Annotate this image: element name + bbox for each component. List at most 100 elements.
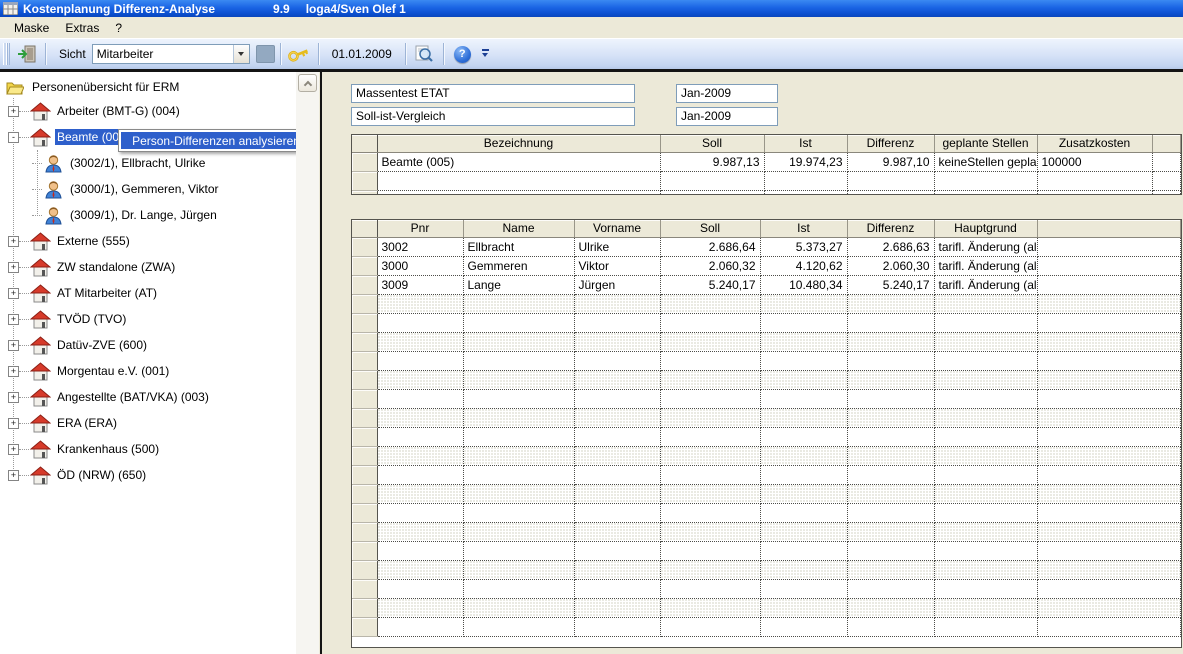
- view-combobox[interactable]: Mitarbeiter: [92, 44, 250, 64]
- cell-name[interactable]: Gemmeren: [463, 256, 574, 275]
- col-hauptgrund[interactable]: Hauptgrund: [934, 220, 1037, 237]
- tree-item-arbeiter[interactable]: + Arbeiter (BMT-G) (004): [0, 98, 296, 124]
- col-vorname[interactable]: Vorname: [574, 220, 660, 237]
- cell-differenz[interactable]: 2.060,30: [847, 256, 934, 275]
- expand-plus-icon[interactable]: +: [8, 314, 19, 325]
- menu-help[interactable]: ?: [107, 19, 130, 37]
- cell-differenz[interactable]: 2.686,63: [847, 237, 934, 256]
- row-selector: [352, 370, 377, 389]
- tree-item-externe[interactable]: + Externe (555): [0, 228, 296, 254]
- col-zusatzkosten[interactable]: Zusatzkosten: [1037, 135, 1152, 152]
- cell-pnr[interactable]: 3000: [377, 256, 463, 275]
- menu-maske[interactable]: Maske: [6, 19, 57, 37]
- empty-row: [352, 389, 1181, 408]
- cell-bezeichnung[interactable]: Beamte (005): [377, 152, 660, 171]
- tree-root-item[interactable]: Personenübersicht für ERM: [0, 76, 296, 98]
- expand-plus-icon[interactable]: +: [8, 418, 19, 429]
- expand-plus-icon[interactable]: +: [8, 262, 19, 273]
- help-button[interactable]: ?: [449, 42, 476, 67]
- row-selector[interactable]: [352, 237, 377, 256]
- cell-empty[interactable]: [1037, 256, 1181, 275]
- col-soll[interactable]: Soll: [660, 135, 764, 152]
- tree-item-person-ellbracht[interactable]: (3002/1), Ellbracht, Ulrike: [0, 150, 296, 176]
- cell-zusatzkosten[interactable]: 100000: [1037, 152, 1152, 171]
- tree-item-person-lange[interactable]: (3009/1), Dr. Lange, Jürgen: [0, 202, 296, 228]
- col-ist[interactable]: Ist: [764, 135, 847, 152]
- row-selector[interactable]: [352, 152, 377, 171]
- exit-button[interactable]: [13, 42, 40, 67]
- col-bezeichnung[interactable]: Bezeichnung: [377, 135, 660, 152]
- col-pnr[interactable]: Pnr: [377, 220, 463, 237]
- toolbar-overflow-button[interactable]: [480, 49, 492, 59]
- cell-empty[interactable]: [1037, 275, 1181, 294]
- col-ist[interactable]: Ist: [760, 220, 847, 237]
- menu-extras[interactable]: Extras: [57, 19, 107, 37]
- cell-ist[interactable]: 10.480,34: [760, 275, 847, 294]
- cell-vorname[interactable]: Jürgen: [574, 275, 660, 294]
- col-geplante-stellen[interactable]: geplante Stellen: [934, 135, 1037, 152]
- expand-plus-icon[interactable]: +: [8, 288, 19, 299]
- tree-item-oed-nrw[interactable]: + ÖD (NRW) (650): [0, 462, 296, 488]
- tree-connector: [19, 241, 29, 242]
- context-menu-item-analyze-differences[interactable]: Person-Differenzen analysieren: [121, 132, 296, 149]
- tree-item-krankenhaus[interactable]: + Krankenhaus (500): [0, 436, 296, 462]
- period-to-field[interactable]: Jan-2009: [676, 107, 778, 126]
- period-from-field[interactable]: Jan-2009: [676, 84, 778, 103]
- cell-geplante-stellen[interactable]: keineStellen gepla: [934, 152, 1037, 171]
- cell-name[interactable]: Ellbracht: [463, 237, 574, 256]
- cell-hauptgrund[interactable]: tarifl. Änderung (all: [934, 275, 1037, 294]
- plan-name-field[interactable]: Massentest ETAT: [351, 84, 635, 103]
- expand-plus-icon[interactable]: +: [8, 236, 19, 247]
- expand-plus-icon[interactable]: +: [8, 106, 19, 117]
- cell-ist[interactable]: 4.120,62: [760, 256, 847, 275]
- tree-item-datuev-zve[interactable]: + Datüv-ZVE (600): [0, 332, 296, 358]
- empty-row: [352, 484, 1181, 503]
- cell-ist[interactable]: 19.974,23: [764, 152, 847, 171]
- cell-pnr[interactable]: 3002: [377, 237, 463, 256]
- tree-item-at-mitarbeiter[interactable]: + AT Mitarbeiter (AT): [0, 280, 296, 306]
- scroll-up-button[interactable]: [298, 74, 317, 92]
- cell-soll[interactable]: 9.987,13: [660, 152, 764, 171]
- cell-name[interactable]: Lange: [463, 275, 574, 294]
- row-selector[interactable]: [352, 256, 377, 275]
- expand-plus-icon[interactable]: +: [8, 470, 19, 481]
- tree-item-tvoed[interactable]: + TVÖD (TVO): [0, 306, 296, 332]
- cell-empty[interactable]: [1152, 152, 1181, 171]
- row-selector[interactable]: [352, 275, 377, 294]
- cell-hauptgrund[interactable]: tarifl. Änderung (all: [934, 237, 1037, 256]
- collapse-minus-icon[interactable]: -: [8, 132, 19, 143]
- tree-scrollbar[interactable]: [296, 72, 319, 654]
- preview-button[interactable]: [411, 42, 438, 67]
- cell-ist[interactable]: 5.373,27: [760, 237, 847, 256]
- cell-differenz[interactable]: 9.987,10: [847, 152, 934, 171]
- cell-empty[interactable]: [1037, 237, 1181, 256]
- toolbar-grip[interactable]: [3, 43, 10, 65]
- cell-vorname[interactable]: Viktor: [574, 256, 660, 275]
- cell-soll[interactable]: 2.060,32: [660, 256, 760, 275]
- cell-pnr[interactable]: 3009: [377, 275, 463, 294]
- tree-item-person-gemmeren[interactable]: (3000/1), Gemmeren, Viktor: [0, 176, 296, 202]
- analysis-name-field[interactable]: Soll-ist-Vergleich: [351, 107, 635, 126]
- combobox-dropdown-button[interactable]: [233, 45, 249, 63]
- grid-cell: [463, 446, 574, 465]
- tree-item-angestellte[interactable]: + Angestellte (BAT/VKA) (003): [0, 384, 296, 410]
- key-button[interactable]: [286, 42, 313, 67]
- col-differenz[interactable]: Differenz: [847, 135, 934, 152]
- cell-soll[interactable]: 2.686,64: [660, 237, 760, 256]
- col-differenz[interactable]: Differenz: [847, 220, 934, 237]
- tree-item-morgentau[interactable]: + Morgentau e.V. (001): [0, 358, 296, 384]
- expand-plus-icon[interactable]: +: [8, 444, 19, 455]
- tree-item-era[interactable]: + ERA (ERA): [0, 410, 296, 436]
- grid-cell: [760, 389, 847, 408]
- cell-differenz[interactable]: 5.240,17: [847, 275, 934, 294]
- cell-soll[interactable]: 5.240,17: [660, 275, 760, 294]
- tree-item-zw-standalone[interactable]: + ZW standalone (ZWA): [0, 254, 296, 280]
- expand-plus-icon[interactable]: +: [8, 340, 19, 351]
- expand-plus-icon[interactable]: +: [8, 366, 19, 377]
- cell-vorname[interactable]: Ulrike: [574, 237, 660, 256]
- col-name[interactable]: Name: [463, 220, 574, 237]
- cell-hauptgrund[interactable]: tarifl. Änderung (all: [934, 256, 1037, 275]
- reference-date[interactable]: 01.01.2009: [324, 47, 400, 61]
- expand-plus-icon[interactable]: +: [8, 392, 19, 403]
- col-soll[interactable]: Soll: [660, 220, 760, 237]
